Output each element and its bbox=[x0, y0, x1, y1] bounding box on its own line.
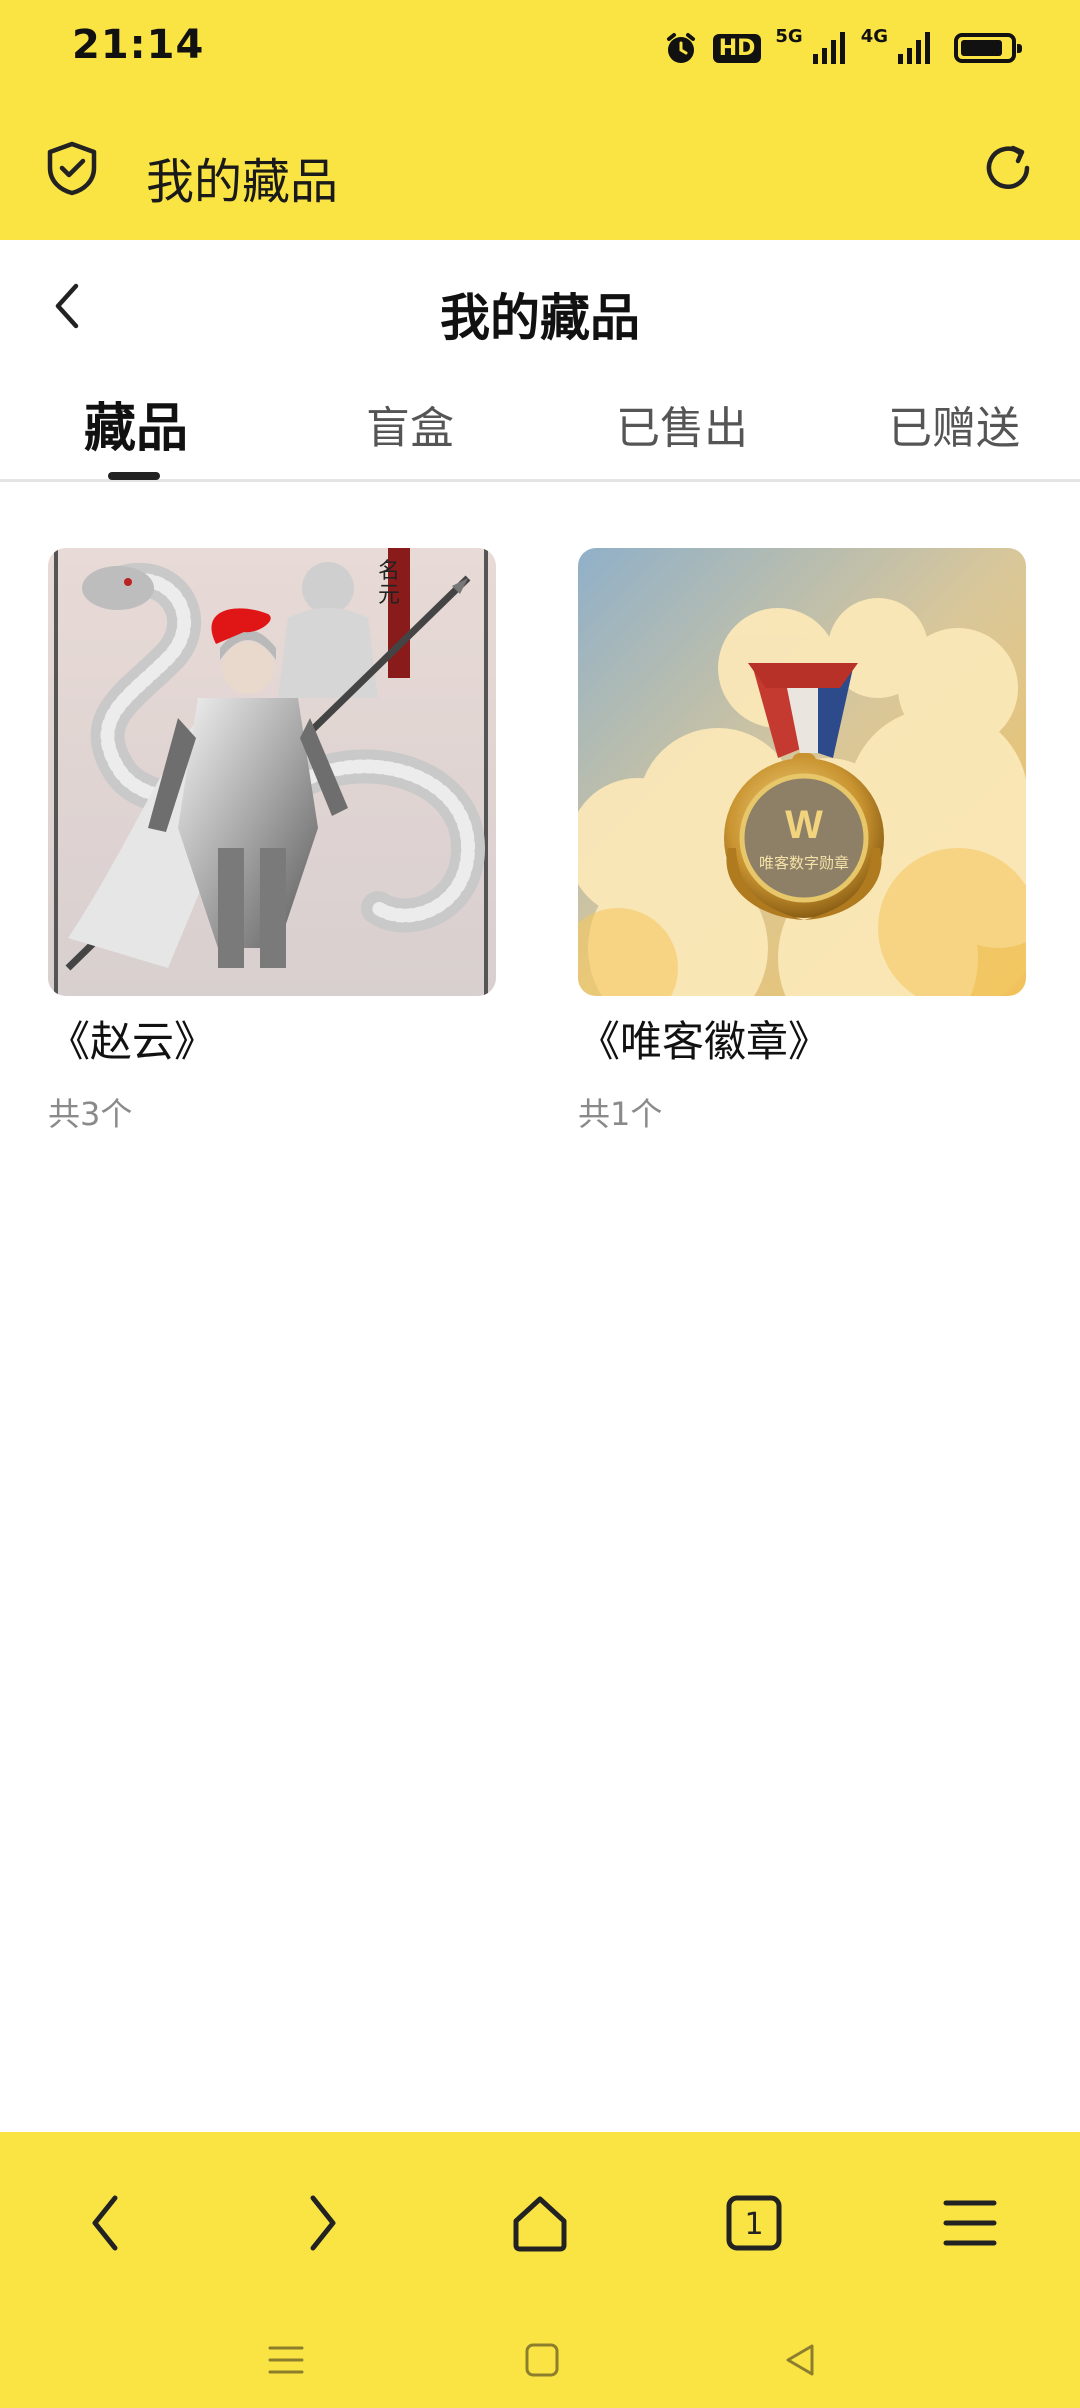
nav-menu-button[interactable] bbox=[930, 2178, 1010, 2268]
refresh-icon[interactable] bbox=[980, 140, 1036, 196]
collection-name[interactable]: 《赵云》 bbox=[48, 1008, 496, 1069]
browser-top-bar: 21:14 HD 5G 4G 我的藏品 bbox=[0, 0, 1080, 240]
collection-count: 共1个 bbox=[578, 1095, 663, 1133]
svg-text:元: 元 bbox=[378, 582, 400, 607]
tab-collections[interactable]: 藏品 bbox=[84, 386, 188, 461]
nav-home-button[interactable] bbox=[500, 2178, 580, 2268]
collection-card[interactable]: 名 元 《赵云》 共3个 bbox=[48, 548, 496, 1135]
hd-badge: HD bbox=[712, 33, 762, 63]
tab-sold[interactable]: 已售出 bbox=[616, 392, 748, 456]
forward-icon bbox=[310, 2195, 336, 2251]
svg-text:名: 名 bbox=[378, 558, 400, 583]
collection-name[interactable]: 《唯客徽章》 bbox=[578, 1008, 1026, 1069]
home-icon bbox=[513, 2196, 567, 2252]
browser-title-row: 我的藏品 bbox=[0, 112, 1080, 224]
square-icon bbox=[525, 2343, 559, 2377]
battery-level bbox=[961, 40, 1002, 56]
signal-bars-icon bbox=[898, 32, 930, 64]
alarm-icon bbox=[666, 33, 695, 63]
page-header: 我的藏品 bbox=[0, 240, 1080, 370]
triangle-back-icon bbox=[786, 2344, 814, 2376]
back-icon bbox=[92, 2195, 118, 2251]
browser-address-title[interactable]: 我的藏品 bbox=[146, 142, 338, 212]
medal-text: 唯客数字勋章 bbox=[759, 854, 849, 872]
tabs-icon: 1 bbox=[726, 2195, 782, 2251]
status-icons: HD 5G 4G bbox=[663, 24, 1022, 72]
tab-blind-box[interactable]: 盲盒 bbox=[366, 392, 454, 456]
nav-forward-button[interactable] bbox=[282, 2178, 362, 2268]
tab-count: 1 bbox=[744, 2207, 763, 2242]
system-home-button[interactable] bbox=[512, 2330, 572, 2390]
tab-gifted[interactable]: 已赠送 bbox=[888, 392, 1020, 456]
browser-bottom-bar: 1 bbox=[0, 2132, 1080, 2408]
menu-icon bbox=[943, 2200, 997, 2246]
signal-bars-icon bbox=[812, 32, 845, 64]
menu-icon bbox=[268, 2346, 304, 2374]
page-title: 我的藏品 bbox=[440, 289, 640, 347]
status-time: 21:14 bbox=[72, 22, 205, 68]
nav-tabs-button[interactable]: 1 bbox=[714, 2178, 794, 2268]
network-4g-label: 4G bbox=[860, 26, 888, 47]
shield-check-icon[interactable] bbox=[44, 140, 100, 196]
active-tab-indicator bbox=[108, 472, 160, 480]
nav-back-button[interactable] bbox=[66, 2178, 146, 2268]
collection-image-medal[interactable]: W 唯客数字勋章 bbox=[578, 548, 1026, 996]
system-recents-button[interactable] bbox=[256, 2330, 316, 2390]
collection-card[interactable]: W 唯客数字勋章 《唯客徽章》 共1个 bbox=[578, 548, 1026, 1135]
network-5g-label: 5G bbox=[775, 26, 803, 47]
battery-icon bbox=[954, 33, 1022, 63]
medal-logo: W bbox=[785, 803, 823, 847]
collection-count: 共3个 bbox=[48, 1095, 133, 1133]
system-back-button[interactable] bbox=[770, 2330, 830, 2390]
collection-image-warrior[interactable]: 名 元 bbox=[48, 548, 496, 996]
collection-tabs: 藏品 盲盒 已售出 已赠送 bbox=[0, 370, 1080, 482]
